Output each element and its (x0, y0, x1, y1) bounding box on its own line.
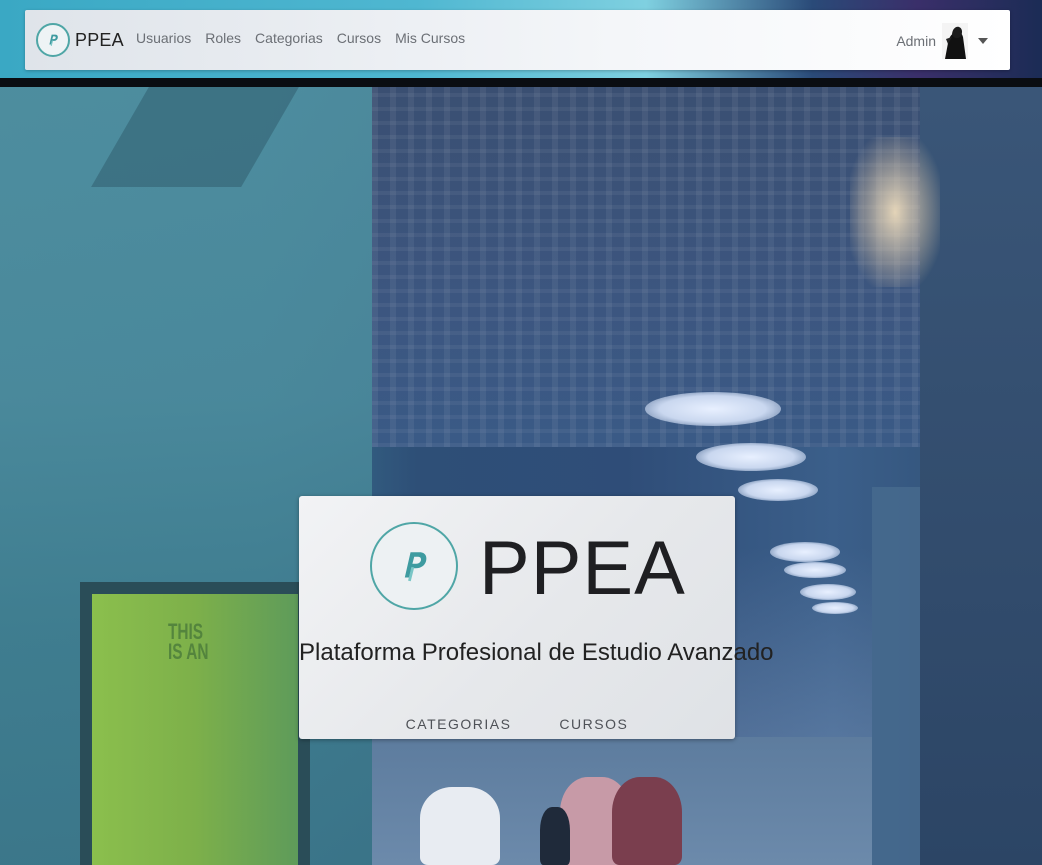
bg-person (612, 777, 682, 865)
nav-link-categorias[interactable]: Categorias (255, 30, 323, 46)
bg-person (540, 807, 570, 865)
navbar: PPEA Usuarios Roles Categorias Cursos Mi… (25, 10, 1010, 70)
nav-link-usuarios[interactable]: Usuarios (136, 30, 191, 46)
bg-lamp (696, 443, 806, 471)
brand[interactable]: PPEA (36, 18, 124, 62)
hero-background: THIS IS AN (0, 87, 1042, 865)
avatar (942, 23, 968, 59)
hero-actions: CATEGORIAS CURSOS (299, 716, 735, 732)
ppea-logo-icon (36, 23, 70, 57)
chevron-down-icon (978, 38, 988, 44)
user-menu-toggle[interactable]: Admin (896, 23, 988, 59)
nav-links: Usuarios Roles Categorias Cursos Mis Cur… (136, 30, 465, 46)
bg-lamp (784, 562, 846, 578)
bg-poster: THIS IS AN (80, 582, 310, 865)
hero-subtitle: Plataforma Profesional de Estudio Avanza… (299, 639, 774, 666)
bg-ceiling (372, 87, 922, 447)
brand-name: PPEA (75, 29, 124, 50)
bg-lamp (800, 584, 856, 600)
bg-lamp (770, 542, 840, 562)
bg-person (420, 787, 500, 865)
bg-lamp (738, 479, 818, 501)
bg-lamp (645, 392, 781, 426)
hero-link-cursos[interactable]: CURSOS (559, 716, 628, 732)
hero-card: PPEA Plataforma Profesional de Estudio A… (299, 496, 774, 739)
nav-link-roles[interactable]: Roles (205, 30, 241, 46)
bg-light-glow (850, 137, 940, 287)
hero-title: PPEA (479, 526, 686, 611)
bg-pillar (872, 487, 920, 865)
poster-text-line: IS AN (168, 639, 209, 664)
poster-text: THIS IS AN (168, 621, 209, 664)
top-band-shadow (0, 78, 1042, 87)
nav-link-mis-cursos[interactable]: Mis Cursos (395, 30, 465, 46)
nav-link-cursos[interactable]: Cursos (337, 30, 381, 46)
hero-link-categorias[interactable]: CATEGORIAS (406, 716, 512, 732)
ppea-logo-icon (370, 522, 458, 610)
bg-lamp (812, 602, 858, 614)
user-name: Admin (896, 33, 936, 49)
